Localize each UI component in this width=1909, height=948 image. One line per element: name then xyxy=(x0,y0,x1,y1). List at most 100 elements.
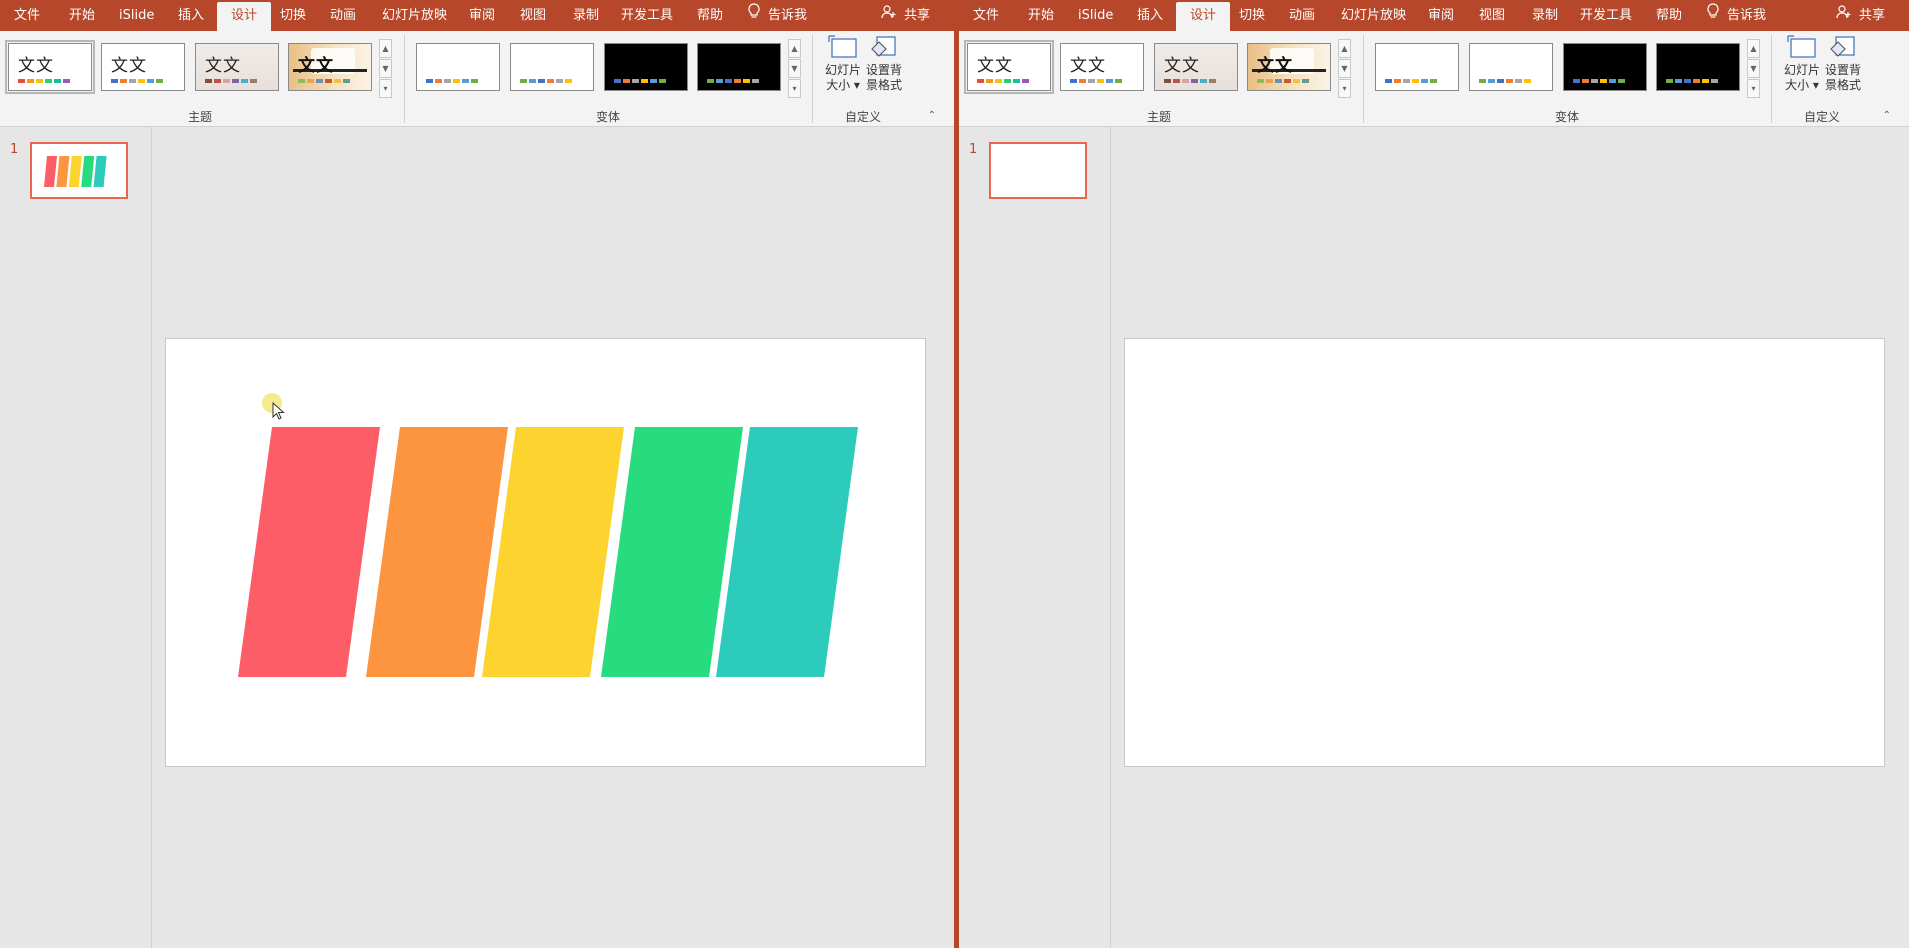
ribbon-tab[interactable]: 动画 xyxy=(1289,0,1315,31)
share-button[interactable]: 共享 xyxy=(1836,0,1885,31)
theme-thumbnail[interactable]: 文文 xyxy=(964,40,1054,94)
ribbon-tab[interactable]: 插入 xyxy=(178,0,204,31)
collapse-ribbon-icon[interactable]: ⌃ xyxy=(1883,110,1891,121)
ribbon-tab[interactable]: 视图 xyxy=(520,0,546,31)
ribbon-tab[interactable]: 开始 xyxy=(1028,0,1054,31)
scroll-down-icon[interactable]: ▼ xyxy=(1747,59,1760,78)
ribbon-tab[interactable]: 设计 xyxy=(217,2,272,31)
slide-thumbnail[interactable] xyxy=(30,142,128,199)
color-swatch xyxy=(1088,79,1095,83)
theme-thumbnail[interactable]: 文文 xyxy=(288,43,372,91)
slide-thumbnail[interactable] xyxy=(989,142,1087,199)
format-background-icon xyxy=(1828,35,1858,61)
ribbon-tab[interactable]: 幻灯片放映 xyxy=(382,0,447,31)
group-label-customize: 自定义 xyxy=(844,110,881,124)
variant-thumbnail[interactable] xyxy=(1656,43,1740,91)
color-swatches xyxy=(1479,79,1531,83)
color-swatch xyxy=(1403,79,1410,83)
theme-thumbnail[interactable]: 文文 xyxy=(5,40,95,94)
slide-thumbnail-pane: 1 xyxy=(0,127,152,948)
slide-canvas[interactable] xyxy=(165,338,926,767)
theme-sample-text: 文文 xyxy=(298,56,334,76)
ribbon-tab[interactable]: 录制 xyxy=(573,0,599,31)
ribbon-tab[interactable]: 开发工具 xyxy=(621,0,673,31)
ribbon-tab[interactable]: iSlide xyxy=(1078,0,1113,31)
ribbon-tab[interactable]: 开始 xyxy=(69,0,95,31)
ribbon-tab[interactable]: 审阅 xyxy=(469,0,495,31)
scroll-up-icon[interactable]: ▲ xyxy=(788,39,801,58)
slide-size-button[interactable]: 幻灯片 大小 ▾ xyxy=(823,35,863,93)
slide-thumbnail-pane: 1 xyxy=(959,127,1111,948)
color-swatch xyxy=(623,79,630,83)
tell-me-search[interactable]: 告诉我 xyxy=(1707,0,1766,31)
ribbon-tab[interactable]: 幻灯片放映 xyxy=(1341,0,1406,31)
ribbon-tab[interactable]: 录制 xyxy=(1532,0,1558,31)
more-icon[interactable]: ▾ xyxy=(1747,79,1760,98)
color-swatch xyxy=(1209,79,1216,83)
ribbon-tab[interactable]: 开发工具 xyxy=(1580,0,1632,31)
variant-thumbnail[interactable] xyxy=(604,43,688,91)
format-background-button[interactable]: 设置背 景格式 xyxy=(1823,35,1863,93)
parallelogram-bar[interactable] xyxy=(482,427,624,677)
color-swatch xyxy=(1022,79,1029,83)
variant-thumbnail[interactable] xyxy=(416,43,500,91)
themes-gallery-scroll[interactable]: ▲ ▼ ▾ xyxy=(1338,39,1351,99)
variant-thumbnail[interactable] xyxy=(1563,43,1647,91)
scroll-up-icon[interactable]: ▲ xyxy=(379,39,392,58)
color-swatch xyxy=(565,79,572,83)
ribbon-tab[interactable]: iSlide xyxy=(119,0,154,31)
lightbulb-icon xyxy=(748,0,760,31)
tell-me-search[interactable]: 告诉我 xyxy=(748,0,807,31)
slide-size-button[interactable]: 幻灯片 大小 ▾ xyxy=(1782,35,1822,93)
color-swatch xyxy=(734,79,741,83)
themes-gallery-scroll[interactable]: ▲ ▼ ▾ xyxy=(379,39,392,99)
format-background-label-2: 景格式 xyxy=(865,78,902,92)
color-swatches xyxy=(1385,79,1437,83)
parallelogram-bar[interactable] xyxy=(238,427,380,677)
slide-canvas[interactable] xyxy=(1124,338,1885,767)
ribbon-tab[interactable]: 动画 xyxy=(330,0,356,31)
scroll-down-icon[interactable]: ▼ xyxy=(788,59,801,78)
theme-thumbnail[interactable]: 文文 xyxy=(195,43,279,91)
collapse-ribbon-icon[interactable]: ⌃ xyxy=(928,110,936,121)
group-separator xyxy=(1363,35,1364,123)
ribbon-tab[interactable]: 文件 xyxy=(14,0,40,31)
scroll-down-icon[interactable]: ▼ xyxy=(1338,59,1351,78)
theme-thumbnail[interactable]: 文文 xyxy=(1247,43,1331,91)
ribbon-tab[interactable]: 切换 xyxy=(1239,0,1265,31)
ribbon-tab[interactable]: 帮助 xyxy=(1656,0,1682,31)
color-swatch xyxy=(1293,79,1300,83)
variant-thumbnail[interactable] xyxy=(1375,43,1459,91)
ribbon-tab[interactable]: 设计 xyxy=(1176,2,1231,31)
more-icon[interactable]: ▾ xyxy=(379,79,392,98)
ribbon-tab[interactable]: 文件 xyxy=(973,0,999,31)
ribbon-tab[interactable]: 插入 xyxy=(1137,0,1163,31)
theme-thumbnail[interactable]: 文文 xyxy=(1154,43,1238,91)
color-swatch xyxy=(471,79,478,83)
variant-thumbnail[interactable] xyxy=(510,43,594,91)
ribbon-tab[interactable]: 切换 xyxy=(280,0,306,31)
chevron-down-icon: ▾ xyxy=(850,78,860,92)
scroll-up-icon[interactable]: ▲ xyxy=(1747,39,1760,58)
format-background-button[interactable]: 设置背 景格式 xyxy=(864,35,904,93)
ribbon-tab[interactable]: 视图 xyxy=(1479,0,1505,31)
variant-thumbnail[interactable] xyxy=(1469,43,1553,91)
color-swatches xyxy=(707,79,759,83)
thumbnail-bar xyxy=(44,156,57,187)
theme-thumbnail[interactable]: 文文 xyxy=(101,43,185,91)
variants-gallery-scroll[interactable]: ▲ ▼ ▾ xyxy=(1747,39,1760,99)
parallelogram-bar[interactable] xyxy=(366,427,508,677)
format-background-icon xyxy=(869,35,899,61)
more-icon[interactable]: ▾ xyxy=(1338,79,1351,98)
ribbon-tab[interactable]: 审阅 xyxy=(1428,0,1454,31)
variant-thumbnail[interactable] xyxy=(697,43,781,91)
scroll-down-icon[interactable]: ▼ xyxy=(379,59,392,78)
share-button[interactable]: 共享 xyxy=(881,0,930,31)
color-swatch xyxy=(129,79,136,83)
variants-gallery-scroll[interactable]: ▲ ▼ ▾ xyxy=(788,39,801,99)
scroll-up-icon[interactable]: ▲ xyxy=(1338,39,1351,58)
ribbon-tab[interactable]: 帮助 xyxy=(697,0,723,31)
more-icon[interactable]: ▾ xyxy=(788,79,801,98)
theme-thumbnail[interactable]: 文文 xyxy=(1060,43,1144,91)
color-swatch xyxy=(18,79,25,83)
